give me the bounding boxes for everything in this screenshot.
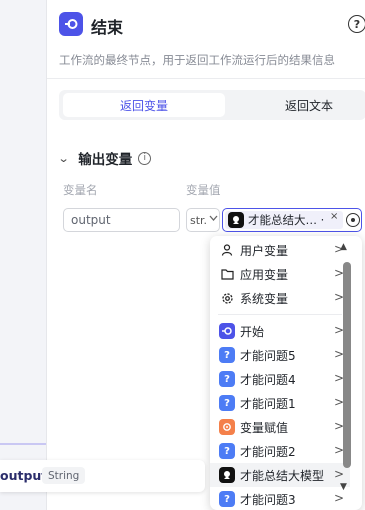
column-header-value: 变量值 — [186, 183, 221, 197]
scrollbar-thumb[interactable] — [343, 262, 351, 468]
node-connector-line — [0, 443, 46, 445]
chevron-down-icon[interactable]: ⌄ — [58, 152, 70, 165]
question-node-icon: ? — [219, 491, 235, 507]
chevron-down-icon — [209, 215, 218, 221]
end-node-icon — [59, 12, 83, 36]
dropdown-item-node-question3[interactable]: ? 才能问题3 > — [210, 487, 350, 510]
dropdown-item-node-question5[interactable]: ? 才能问题5 > — [210, 343, 350, 367]
dropdown-item-node-question1[interactable]: ? 才能问题1 > — [210, 391, 350, 415]
node-description: 工作流的最终节点，用于返回工作流运行后的结果信息 — [59, 53, 335, 67]
dropdown-item-node-start[interactable]: 开始 > — [210, 319, 350, 343]
info-icon[interactable]: i — [138, 151, 152, 165]
help-icon[interactable]: ? — [348, 15, 365, 33]
page-title: 结束 — [91, 18, 124, 37]
dropdown-item-node-question4[interactable]: ? 才能问题4 > — [210, 367, 350, 391]
folder-icon — [219, 266, 235, 282]
tab-return-text[interactable]: 返回文本 — [239, 93, 365, 117]
gear-icon — [219, 290, 235, 306]
llm-node-icon — [228, 212, 244, 228]
return-mode-tabs: 返回变量 返回文本 — [59, 90, 365, 120]
scroll-up-icon[interactable]: ▲ — [340, 242, 347, 252]
dropdown-item-app-variables[interactable]: 应用变量 > — [210, 262, 350, 286]
output-section-header[interactable]: ⌄ 输出变量 i — [58, 148, 152, 168]
scroll-down-icon[interactable]: ▼ — [340, 482, 347, 492]
dropdown-item-node-llm[interactable]: 才能总结大模型 > — [210, 463, 350, 487]
dropdown-item-node-question2[interactable]: ? 才能问题2 > — [210, 439, 350, 463]
dropdown-item-system-variables[interactable]: 系统变量 > — [210, 286, 350, 310]
question-node-icon: ? — [219, 395, 235, 411]
divider — [218, 314, 342, 315]
variable-name-input[interactable]: output — [63, 208, 180, 232]
start-node-icon — [219, 323, 235, 339]
user-icon — [219, 242, 235, 258]
question-node-icon: ? — [219, 371, 235, 387]
section-title: 输出变量 — [78, 152, 133, 168]
close-icon[interactable]: × — [330, 211, 338, 222]
output-type-badge: String — [42, 467, 86, 484]
column-header-name: 变量名 — [63, 183, 98, 197]
panel-header: 结束 ? — [59, 12, 365, 38]
tab-return-variables[interactable]: 返回变量 — [63, 93, 225, 117]
question-node-icon: ? — [219, 443, 235, 459]
selected-value-tag: 才能总结大… · — [225, 211, 343, 229]
canvas-output-chip[interactable]: output String — [0, 460, 205, 492]
question-node-icon: ? — [219, 347, 235, 363]
divider — [47, 78, 365, 79]
dropdown-item-node-assign[interactable]: 变量赋值 > — [210, 415, 350, 439]
variable-value-selector[interactable]: 才能总结大… · × — [222, 208, 362, 232]
output-name: output — [0, 468, 48, 483]
dropdown-item-user-variables[interactable]: 用户变量 > — [210, 238, 350, 262]
selected-value-text: 才能总结大… · — [248, 213, 325, 227]
workflow-canvas[interactable] — [0, 0, 46, 510]
target-icon[interactable] — [346, 213, 360, 227]
llm-node-icon — [219, 467, 235, 483]
assign-node-icon — [219, 419, 235, 435]
